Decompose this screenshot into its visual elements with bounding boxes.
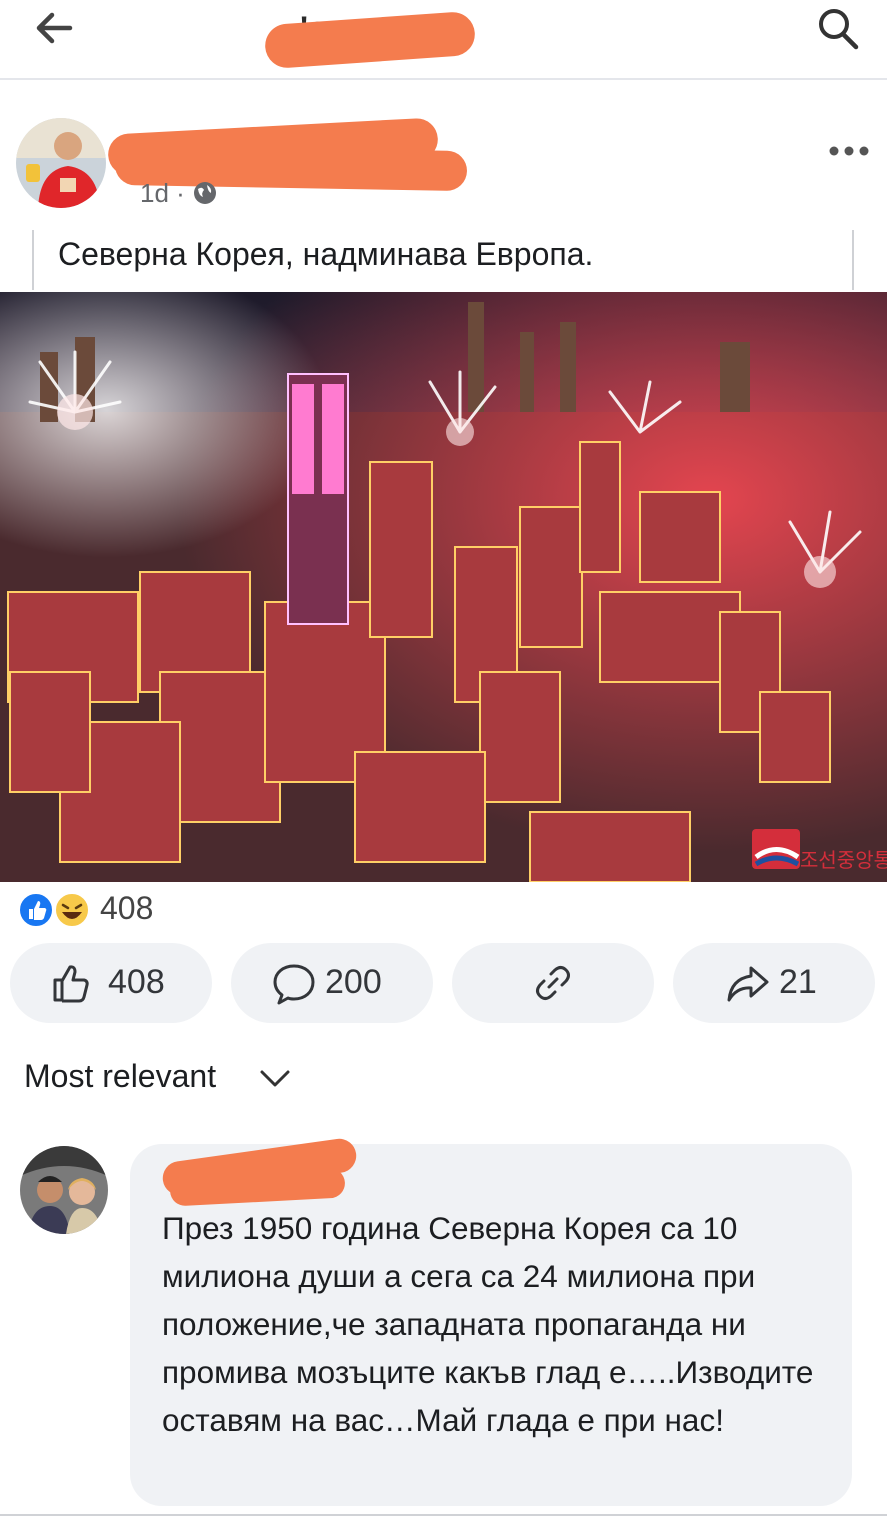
chevron-down-icon[interactable] xyxy=(258,1066,292,1090)
comment-button[interactable]: 200 xyxy=(231,943,433,1023)
back-button[interactable] xyxy=(30,8,82,48)
post-photo[interactable]: 조선중앙통신 xyxy=(0,292,887,882)
commenter-avatar[interactable] xyxy=(20,1146,108,1234)
comment-count: 200 xyxy=(325,963,382,1001)
top-bar: 's post xyxy=(0,0,887,80)
reaction-count[interactable]: 408 xyxy=(100,890,153,927)
like-count: 408 xyxy=(108,963,165,1001)
share-count: 21 xyxy=(779,963,817,1001)
post-text: Северна Корея, надминава Европа. xyxy=(58,236,594,272)
globe-icon xyxy=(194,182,217,204)
divider xyxy=(0,1514,887,1516)
arrow-left-icon xyxy=(36,12,73,44)
link-icon xyxy=(536,966,570,1000)
redaction-mark xyxy=(263,10,477,70)
haha-icon xyxy=(54,892,90,928)
search-icon xyxy=(819,9,859,50)
separator-dot: · xyxy=(176,178,193,208)
post-meta: 1d · xyxy=(140,178,218,209)
thumbs-up-icon xyxy=(53,965,89,1003)
copy-link-button[interactable] xyxy=(452,943,654,1023)
comment-icon xyxy=(273,964,315,1005)
like-button[interactable]: 408 xyxy=(10,943,212,1023)
comment-sort-dropdown[interactable]: Most relevant xyxy=(24,1058,216,1095)
more-horizontal-icon xyxy=(829,146,869,156)
author-avatar[interactable] xyxy=(16,118,106,208)
share-button[interactable]: 21 xyxy=(673,943,875,1023)
more-options-button[interactable] xyxy=(826,136,872,166)
share-arrow-icon xyxy=(727,966,769,1002)
photo-watermark: 조선중앙통신 xyxy=(800,848,887,872)
search-button[interactable] xyxy=(812,4,864,52)
comment-text: През 1950 година Северна Корея са 10 мил… xyxy=(162,1210,814,1438)
post-time[interactable]: 1d xyxy=(140,178,169,208)
